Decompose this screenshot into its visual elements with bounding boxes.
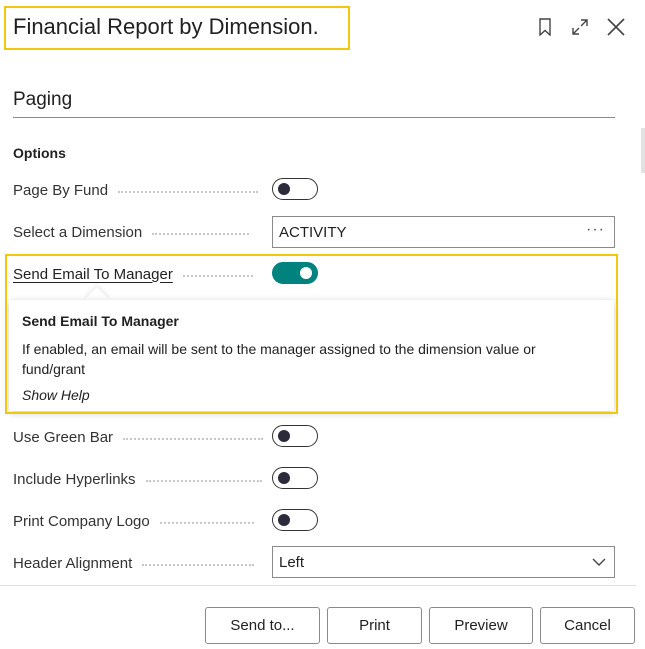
header-alignment-value: Left (279, 554, 305, 571)
scrollbar[interactable] (641, 128, 645, 173)
group-label-options: Options (13, 145, 66, 161)
preview-button[interactable]: Preview (429, 607, 533, 644)
select-dimension-value: ACTIVITY (279, 224, 347, 241)
expand-icon[interactable] (568, 15, 592, 39)
print-company-logo-toggle[interactable] (272, 509, 318, 531)
send-email-label[interactable]: Send Email To Manager (13, 264, 253, 284)
tooltip-title: Send Email To Manager (22, 313, 179, 329)
select-dimension-field[interactable]: ACTIVITY ··· (272, 216, 615, 248)
select-dimension-label: Select a Dimension (13, 222, 250, 242)
close-icon[interactable] (604, 15, 628, 39)
include-hyperlinks-toggle[interactable] (272, 467, 318, 489)
footer-divider (0, 585, 636, 586)
include-hyperlinks-label: Include Hyperlinks (13, 469, 262, 489)
page-by-fund-label: Page By Fund (13, 180, 259, 200)
lookup-ellipsis-icon[interactable]: ··· (586, 221, 605, 239)
send-to-button[interactable]: Send to... (205, 607, 320, 644)
show-help-link[interactable]: Show Help (22, 387, 90, 403)
dialog-title: Financial Report by Dimension. (13, 14, 319, 39)
header-alignment-label: Header Alignment (13, 553, 255, 573)
use-green-bar-toggle[interactable] (272, 425, 318, 447)
chevron-down-icon (592, 555, 606, 573)
section-title-paging[interactable]: Paging (13, 89, 72, 111)
bookmark-icon[interactable] (533, 15, 557, 39)
cancel-button[interactable]: Cancel (540, 607, 635, 644)
print-button[interactable]: Print (327, 607, 422, 644)
send-email-toggle[interactable] (272, 262, 318, 284)
print-company-logo-label: Print Company Logo (13, 511, 254, 531)
report-dialog: Financial Report by Dimension. Paging Op… (0, 0, 645, 649)
help-tooltip: Send Email To Manager If enabled, an ema… (9, 300, 614, 411)
tooltip-body: If enabled, an email will be sent to the… (22, 341, 536, 377)
section-divider (13, 117, 615, 118)
header-alignment-select[interactable]: Left (272, 546, 615, 578)
use-green-bar-label: Use Green Bar (13, 427, 264, 447)
page-by-fund-toggle[interactable] (272, 178, 318, 200)
